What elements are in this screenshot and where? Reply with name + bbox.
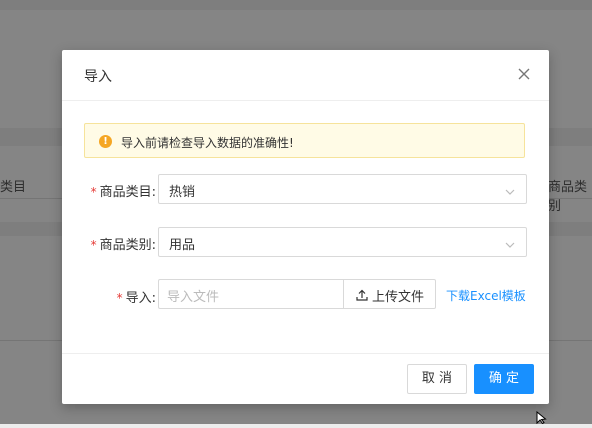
category-select[interactable]: 热销 [158, 174, 527, 204]
chevron-down-icon [505, 185, 515, 195]
chevron-down-icon [505, 238, 515, 248]
category-select-value: 热销 [169, 185, 196, 200]
type-label-text: 商品类别: [99, 238, 156, 253]
alert-text: 导入前请检查导入数据的准确性! [121, 136, 294, 150]
import-label: * 导入: [82, 287, 156, 306]
required-mark: * [90, 238, 97, 252]
import-dialog: 导入 ! 导入前请检查导入数据的准确性! * 商品类目: 热销 * 商品类别: 用品… [62, 50, 549, 404]
warning-icon: ! [99, 135, 112, 148]
type-select[interactable]: 用品 [158, 227, 527, 257]
import-label-text: 导入: [125, 291, 156, 306]
import-file-input[interactable]: 导入文件 [158, 279, 344, 309]
upload-icon [356, 289, 368, 301]
required-mark: * [116, 291, 123, 305]
dialog-title: 导入 [84, 69, 112, 85]
upload-file-button[interactable]: 上传文件 [343, 279, 436, 309]
cancel-button[interactable]: 取 消 [407, 364, 467, 394]
download-template-link[interactable]: 下载Excel模板 [446, 287, 526, 304]
close-icon[interactable] [517, 67, 531, 81]
type-select-value: 用品 [169, 238, 196, 253]
category-label-text: 商品类目: [99, 185, 156, 200]
mouse-cursor-icon [536, 410, 548, 428]
upload-button-label: 上传文件 [372, 290, 425, 305]
required-mark: * [90, 185, 97, 199]
dialog-footer: 取 消 确 定 [62, 353, 549, 404]
warning-alert: ! 导入前请检查导入数据的准确性! [84, 123, 525, 158]
confirm-button[interactable]: 确 定 [474, 364, 534, 394]
type-label: * 商品类别: [82, 234, 156, 253]
dialog-header: 导入 [62, 50, 549, 101]
category-label: * 商品类目: [82, 181, 156, 200]
